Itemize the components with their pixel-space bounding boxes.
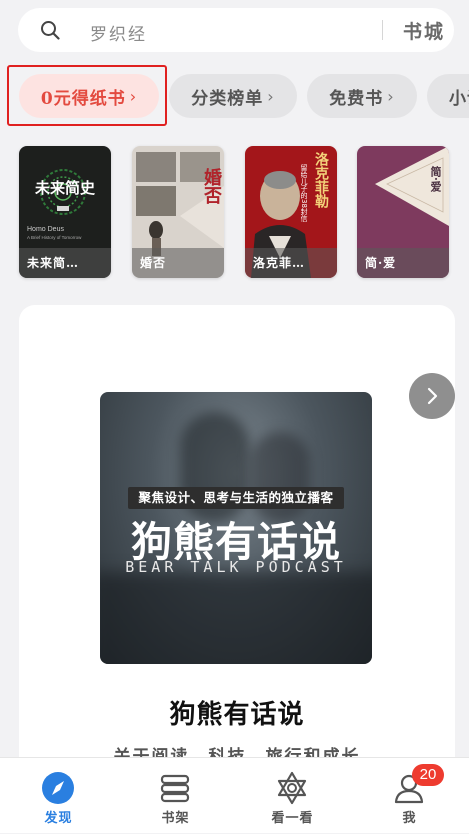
book-cover-subtitle: Homo Deus	[27, 226, 64, 233]
search-bar[interactable]: 罗织经 书城	[18, 8, 454, 52]
book-cover-subtitle: 留给儿子的38封信	[301, 164, 308, 222]
tab-bookshelf[interactable]: 书架	[117, 758, 234, 834]
podcast-cover[interactable]: 聚焦设计、思考与生活的独立播客 狗熊有话说 BEAR TALK PODCAST	[100, 392, 372, 664]
tab-label: 我	[402, 811, 417, 826]
book-title: 未来简…	[19, 248, 111, 278]
book-cover-subtitle-2: A Brief History of Tomorrow	[27, 235, 82, 240]
book-card-future-history[interactable]: 未来简史 Homo Deus A Brief History of Tomorr…	[19, 146, 111, 278]
search-input[interactable]: 罗织经	[90, 20, 147, 45]
book-cover-title: 简·爱	[429, 166, 442, 192]
chip-free-books[interactable]: 免费书 ›	[307, 74, 417, 118]
tab-look[interactable]: 看一看	[234, 758, 351, 834]
tab-bar: 发现 书架 看一看 我	[0, 757, 469, 833]
chip-label: 0元得纸书	[40, 88, 126, 109]
book-card-rockefeller[interactable]: 洛克菲勒 留给儿子的38封信 洛克菲…	[245, 146, 337, 278]
book-cover-title: 洛克菲勒	[313, 152, 329, 208]
chevron-right-icon: ›	[129, 86, 138, 106]
compass-icon	[42, 772, 74, 804]
chip-label: 小说	[449, 88, 469, 109]
tab-label: 看一看	[271, 811, 314, 826]
cover-tagline: 聚焦设计、思考与生活的独立播客	[128, 487, 344, 509]
chip-novels[interactable]: 小说	[427, 74, 469, 118]
podcast-description: 关于阅读、科技、旅行和成长	[113, 747, 361, 758]
star-of-david-icon	[277, 771, 307, 805]
bookstore-link[interactable]: 书城	[403, 17, 445, 44]
book-card-jane-eyre[interactable]: 简·爱 简·爱	[357, 146, 449, 278]
search-icon	[41, 21, 60, 40]
book-cover-title: 未来简史	[34, 179, 95, 197]
notification-badge: 20	[412, 764, 444, 786]
chip-label: 免费书	[329, 88, 384, 109]
book-cover-title: 婚否	[201, 168, 222, 204]
chevron-right-icon: ›	[387, 86, 395, 106]
book-title: 简·爱	[357, 248, 449, 278]
book-title: 洛克菲…	[245, 248, 337, 278]
podcast-title: 狗熊有话说	[169, 700, 305, 730]
tab-label: 书架	[161, 811, 190, 826]
chevron-right-icon: ›	[267, 86, 275, 106]
chevron-right-icon	[427, 387, 438, 405]
chip-free-paper-book[interactable]: 0元得纸书 ›	[19, 74, 159, 118]
chip-label: 分类榜单	[191, 88, 264, 109]
chip-category-ranking[interactable]: 分类榜单 ›	[169, 74, 297, 118]
book-title: 婚否	[132, 248, 224, 278]
cover-shadow	[100, 572, 372, 664]
tab-label: 发现	[44, 811, 73, 826]
category-chips: 0元得纸书› 分类榜单› 免费书› 小说	[0, 72, 469, 122]
cover-subtitle: BEAR TALK PODCAST	[125, 558, 347, 576]
search-divider	[382, 20, 383, 40]
tab-me[interactable]: 我	[351, 758, 468, 834]
bookshelf-icon	[160, 774, 190, 803]
book-card-marriage[interactable]: 婚否 婚否	[132, 146, 224, 278]
next-button[interactable]	[409, 373, 455, 419]
tab-discover[interactable]: 发现	[0, 758, 117, 834]
